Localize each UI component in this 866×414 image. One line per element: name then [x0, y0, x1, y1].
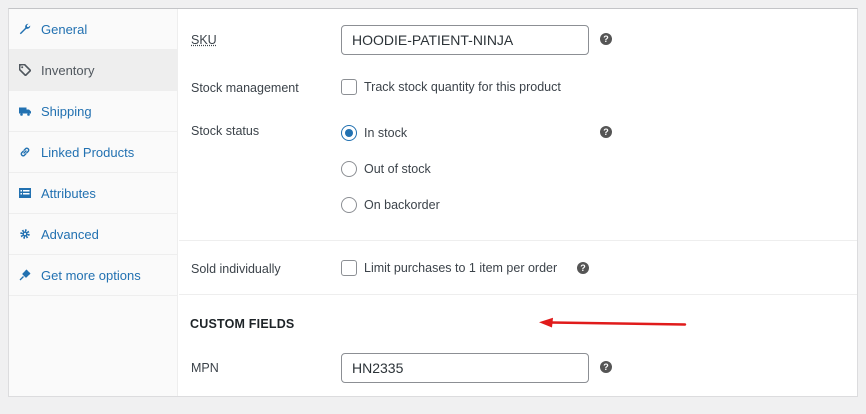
- tab-linked-products[interactable]: Linked Products: [9, 132, 178, 173]
- help-icon[interactable]: ?: [600, 33, 612, 45]
- tab-attributes[interactable]: Attributes: [9, 173, 178, 214]
- help-icon[interactable]: ?: [600, 361, 612, 373]
- truck-icon: [19, 105, 31, 117]
- stock-management-checkbox-label[interactable]: Track stock quantity for this product: [364, 80, 561, 94]
- help-icon[interactable]: ?: [600, 126, 612, 138]
- sku-label: SKU: [191, 33, 217, 47]
- tab-advanced[interactable]: Advanced: [9, 214, 178, 255]
- section-divider: [179, 240, 857, 241]
- tab-label: Advanced: [41, 226, 99, 242]
- mpn-label: MPN: [191, 361, 219, 375]
- tab-label: Attributes: [41, 185, 96, 201]
- sold-individually-checkbox[interactable]: [341, 260, 357, 276]
- stock-management-label: Stock management: [191, 81, 299, 95]
- link-icon: [19, 146, 31, 158]
- plugin-icon: [19, 269, 31, 281]
- stock-management-checkbox[interactable]: [341, 79, 357, 95]
- tab-label: Shipping: [41, 103, 92, 119]
- mpn-input[interactable]: HN2335: [341, 353, 589, 383]
- radio-in-stock-label[interactable]: In stock: [364, 126, 407, 140]
- wrench-icon: [19, 23, 31, 35]
- tab-label: Get more options: [41, 267, 141, 283]
- gear-icon: [19, 228, 31, 240]
- radio-on-backorder[interactable]: [341, 197, 357, 213]
- tab-label: Inventory: [41, 62, 95, 78]
- list-icon: [19, 187, 31, 199]
- sold-individually-checkbox-label[interactable]: Limit purchases to 1 item per order: [364, 261, 557, 275]
- tab-label: General: [41, 21, 88, 37]
- section-divider: [179, 294, 857, 295]
- radio-out-of-stock[interactable]: [341, 161, 357, 177]
- help-icon[interactable]: ?: [577, 262, 589, 274]
- inventory-panel: SKU HOODIE-PATIENT-NINJA ? Stock managem…: [179, 9, 857, 396]
- radio-out-of-stock-label[interactable]: Out of stock: [364, 162, 431, 176]
- tab-get-more-options[interactable]: Get more options: [9, 255, 178, 296]
- custom-fields-heading: CUSTOM FIELDS: [190, 317, 295, 331]
- radio-in-stock[interactable]: [341, 125, 357, 141]
- stock-status-label: Stock status: [191, 124, 260, 138]
- tab-general[interactable]: General: [9, 9, 178, 50]
- tab-shipping[interactable]: Shipping: [9, 91, 178, 132]
- sku-input[interactable]: HOODIE-PATIENT-NINJA: [341, 25, 589, 55]
- product-data-panel: General Inventory Shipping Linked Produc…: [8, 8, 858, 397]
- tab-label: Linked Products: [41, 144, 135, 160]
- sold-individually-label: Sold individually: [191, 262, 281, 276]
- tab-inventory[interactable]: Inventory: [9, 50, 178, 91]
- product-data-tabs: General Inventory Shipping Linked Produc…: [9, 9, 178, 396]
- tag-icon: [19, 64, 31, 76]
- annotation-arrow-icon: [539, 317, 687, 328]
- radio-on-backorder-label[interactable]: On backorder: [364, 198, 440, 212]
